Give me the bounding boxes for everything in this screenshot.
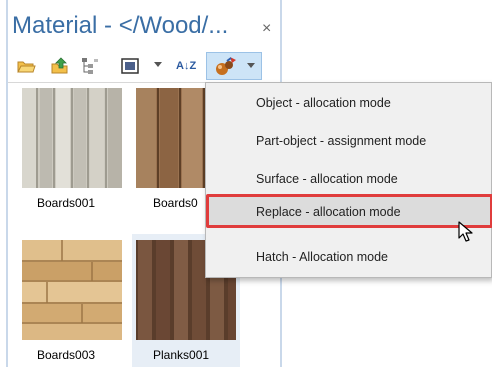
display-mode-icon[interactable] [120,56,140,76]
tree-view-icon[interactable] [80,56,100,76]
close-button[interactable]: × [262,20,271,38]
menu-item-label: Part-object - assignment mode [256,134,427,148]
material-thumbnail[interactable] [22,240,122,340]
sort-az-icon[interactable]: A↓Z [176,56,196,76]
material-label: Boards0 [153,196,198,210]
panel-title: Material - </Wood/... [12,12,229,39]
boards001-texture-icon [22,88,122,188]
assign-material-icon [213,56,239,81]
menu-item-label: Hatch - Allocation mode [256,250,389,264]
menu-item-label: Surface - allocation mode [256,172,398,186]
assign-material-dropdown-icon [247,63,255,68]
menu-item-surface-allocation[interactable]: Surface - allocation mode [206,161,491,197]
assign-material-button[interactable] [206,52,262,80]
boards003-texture-icon [22,240,122,340]
allocation-mode-menu: Object - allocation mode Part-object - a… [205,82,492,278]
menu-item-hatch-allocation[interactable]: Hatch - Allocation mode [206,239,491,275]
material-label: Boards003 [37,348,96,362]
folder-up-icon[interactable] [50,56,70,76]
material-label: Boards001 [37,196,96,210]
material-thumbnail[interactable] [22,88,122,188]
toolbar: A↓Z [12,52,280,80]
menu-item-part-object-assignment[interactable]: Part-object - assignment mode [206,123,491,159]
display-mode-dropdown-icon[interactable] [154,62,162,67]
mouse-cursor-icon [458,221,474,248]
open-folder-icon[interactable] [16,56,36,76]
material-label: Planks001 [153,348,210,362]
title-bar: Material - </Wood/... × [8,8,280,46]
menu-item-label: Object - allocation mode [256,96,391,110]
menu-item-object-allocation[interactable]: Object - allocation mode [206,85,491,121]
highlight-frame [206,194,492,228]
